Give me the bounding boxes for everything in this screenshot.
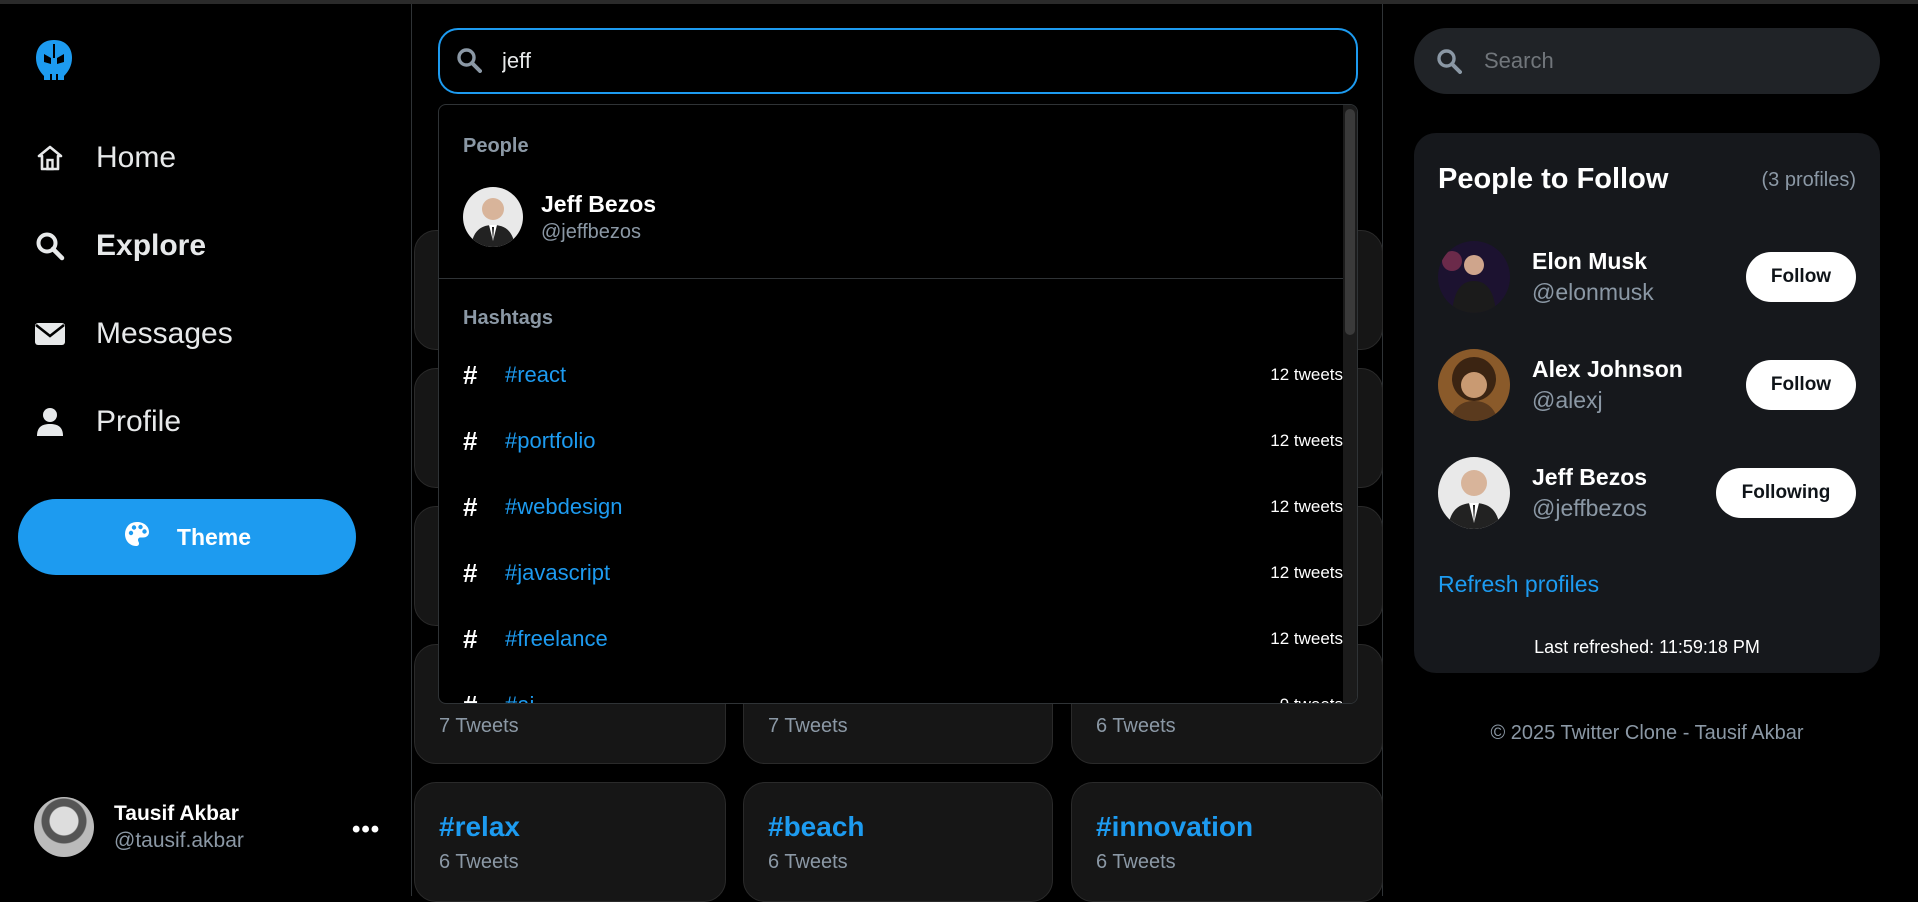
nav-explore[interactable]: Explore	[34, 220, 206, 272]
refresh-profiles-link[interactable]: Refresh profiles	[1438, 571, 1599, 598]
explore-search-input[interactable]	[500, 47, 1324, 75]
hashtag-count: 9 tweets	[1280, 695, 1343, 703]
trend-tag: #innovation	[1096, 811, 1254, 842]
search-icon	[456, 47, 484, 75]
avatar	[1438, 457, 1510, 529]
trend-count: 7 Tweets	[768, 715, 848, 737]
panel-title: People to Follow	[1438, 163, 1669, 195]
suggestion-row[interactable]: Alex Johnson @alexj Follow	[1438, 347, 1856, 423]
hashtag-result[interactable]: # #javascript 12 tweets	[463, 553, 1343, 593]
suggestion-handle: @jeffbezos	[1532, 495, 1647, 521]
avatar	[1438, 241, 1510, 313]
hashtag-icon: #	[463, 359, 478, 390]
nav-home[interactable]: Home	[34, 132, 176, 184]
avatar	[463, 187, 523, 247]
trend-count: 6 Tweets	[439, 851, 519, 873]
envelope-icon	[34, 318, 66, 350]
avatar	[1438, 349, 1510, 421]
trend-card[interactable]: #beach 6 Tweets	[743, 782, 1053, 902]
profile-count: (3 profiles)	[1761, 169, 1856, 191]
suggestion-row[interactable]: Elon Musk @elonmusk Follow	[1438, 239, 1856, 315]
trend-count: 6 Tweets	[768, 851, 848, 873]
nav-home-label: Home	[96, 141, 177, 174]
more-options-icon[interactable]: •••	[352, 816, 380, 844]
hashtag-count: 12 tweets	[1270, 629, 1343, 648]
home-icon	[34, 142, 66, 174]
hashtag-count: 12 tweets	[1270, 365, 1343, 384]
hashtag-name: #portfolio	[505, 428, 596, 453]
nav-profile[interactable]: Profile	[34, 396, 181, 448]
hashtag-result[interactable]: # #freelance 12 tweets	[463, 619, 1343, 659]
hashtag-name: #ai	[505, 692, 1280, 703]
hashtag-name: #javascript	[505, 560, 611, 585]
search-icon	[34, 230, 66, 262]
hashtag-icon: #	[463, 690, 505, 704]
hashtag-icon: #	[463, 557, 478, 588]
suggestion-handle: @elonmusk	[1532, 279, 1654, 305]
follow-button[interactable]: Follow	[1746, 360, 1856, 410]
suggestion-row[interactable]: Jeff Bezos @jeffbezos Following	[1438, 455, 1856, 531]
suggestion-name: Elon Musk	[1532, 248, 1648, 274]
trend-card[interactable]: #relax 6 Tweets	[414, 782, 726, 902]
hashtag-icon: #	[463, 623, 478, 654]
people-to-follow-panel: People to Follow (3 profiles) Elon Musk …	[1414, 133, 1880, 673]
hashtag-count: 12 tweets	[1270, 563, 1343, 582]
footer-text: © 2025 Twitter Clone - Tausif Akbar	[1490, 722, 1804, 744]
person-name: Jeff Bezos	[541, 190, 657, 217]
hashtag-result[interactable]: # #webdesign 12 tweets	[463, 487, 1343, 527]
following-button[interactable]: Following	[1716, 468, 1856, 518]
nav-explore-label: Explore	[96, 229, 207, 262]
trend-tag: #beach	[768, 811, 865, 842]
account-handle: @tausif.akbar	[114, 828, 244, 852]
search-result-person[interactable]: Jeff Bezos @jeffbezos	[463, 187, 656, 247]
theme-button[interactable]: Theme	[18, 499, 356, 575]
suggestion-name: Alex Johnson	[1532, 356, 1683, 382]
person-handle: @jeffbezos	[541, 220, 641, 243]
hashtag-count: 12 tweets	[1270, 431, 1343, 450]
suggestion-name: Jeff Bezos	[1532, 464, 1648, 490]
suggestion-handle: @alexj	[1532, 387, 1603, 413]
user-icon	[34, 406, 66, 438]
nav-messages-label: Messages	[96, 317, 233, 350]
nav-messages[interactable]: Messages	[34, 308, 233, 360]
hashtag-icon: #	[463, 491, 478, 522]
trend-count: 6 Tweets	[1096, 851, 1176, 873]
hashtag-name: #webdesign	[505, 494, 623, 519]
app-logo-icon[interactable]	[34, 38, 78, 84]
theme-button-label: Theme	[176, 523, 252, 550]
explore-search-box	[438, 28, 1358, 94]
hashtag-name: #react	[505, 362, 567, 387]
dropdown-scrollbar-thumb[interactable]	[1345, 109, 1355, 335]
palette-icon	[123, 520, 151, 554]
hashtag-count: 12 tweets	[1270, 497, 1343, 516]
trend-count: 7 Tweets	[439, 715, 519, 737]
hashtag-result[interactable]: # #react 12 tweets	[463, 355, 1343, 395]
follow-button[interactable]: Follow	[1746, 252, 1856, 302]
last-refreshed-text: Last refreshed: 11:59:18 PM	[1534, 637, 1760, 657]
nav-profile-label: Profile	[96, 405, 182, 438]
account-switcher[interactable]: Tausif Akbar @tausif.akbar	[34, 794, 386, 860]
hashtag-icon: #	[463, 425, 478, 456]
search-results-dropdown: People Jeff Bezos @jeffbezos Hashtags # …	[438, 104, 1358, 704]
avatar	[34, 797, 94, 857]
hashtags-section-label: Hashtags	[463, 307, 554, 329]
trend-count: 6 Tweets	[1096, 715, 1176, 737]
sidebar-search-input[interactable]	[1482, 47, 1866, 75]
account-name: Tausif Akbar	[114, 801, 239, 825]
search-icon	[1436, 48, 1462, 74]
trend-card[interactable]: #innovation 6 Tweets	[1071, 782, 1383, 902]
hashtag-name: #freelance	[505, 626, 608, 651]
hashtag-result[interactable]: # #portfolio 12 tweets	[463, 421, 1343, 461]
trend-tag: #relax	[439, 811, 520, 842]
left-sidebar: Home Explore Messages Profile Theme Taus…	[0, 4, 412, 896]
hashtag-result[interactable]: # #ai 9 tweets	[463, 685, 1343, 704]
sidebar-search-box	[1414, 28, 1880, 94]
people-section-label: People	[463, 135, 529, 157]
divider	[439, 278, 1343, 279]
